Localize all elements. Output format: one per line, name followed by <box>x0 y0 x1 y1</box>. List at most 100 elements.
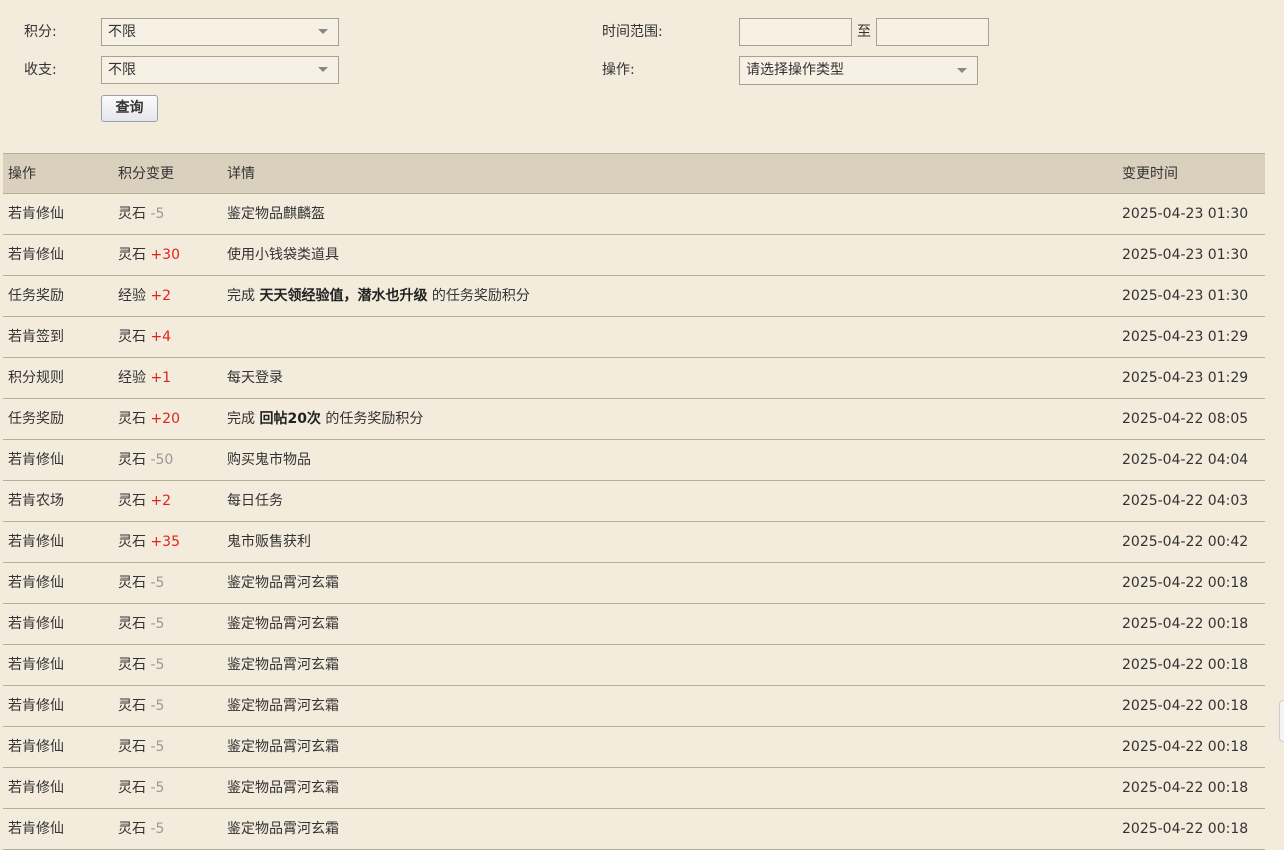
row-op: 若肯修仙 <box>8 739 64 755</box>
row-currency: 灵石 <box>118 821 146 837</box>
time-range-separator: 至 <box>857 24 871 40</box>
income-label: 收支: <box>24 62 57 78</box>
row-time: 2025-04-22 00:18 <box>1122 657 1249 673</box>
row-currency: 经验 <box>118 370 146 386</box>
row-change: 灵石 -5 <box>118 809 164 849</box>
chevron-down-icon <box>318 67 328 72</box>
row-detail-suffix: 每日任务 <box>227 493 283 509</box>
row-detail: 鬼市贩售获利 <box>227 522 311 562</box>
row-op: 若肯修仙 <box>8 452 64 468</box>
row-op: 若肯农场 <box>8 493 64 509</box>
row-detail-bold: 天天领经验值，潜水也升级 <box>259 288 428 304</box>
row-delta: -5 <box>150 657 165 673</box>
row-time: 2025-04-22 00:18 <box>1122 739 1249 755</box>
row-delta: -5 <box>150 780 165 796</box>
row-delta: +30 <box>150 247 180 263</box>
row-currency: 灵石 <box>118 657 146 673</box>
action-label: 操作: <box>602 62 635 78</box>
row-op: 若肯修仙 <box>8 206 64 222</box>
row-time: 2025-04-22 04:03 <box>1122 493 1249 509</box>
table-row: 若肯修仙 灵石 -5 鉴定物品霄河玄霜 2025-04-22 00:18 <box>3 768 1265 809</box>
row-currency: 经验 <box>118 288 146 304</box>
row-detail: 鉴定物品霄河玄霜 <box>227 768 339 808</box>
row-change: 灵石 -5 <box>118 768 164 808</box>
row-time: 2025-04-22 04:04 <box>1122 452 1249 468</box>
header-change: 积分变更 <box>118 166 174 182</box>
row-op: 若肯修仙 <box>8 534 64 550</box>
chevron-down-icon <box>318 29 328 34</box>
row-op: 若肯修仙 <box>8 657 64 673</box>
table-row: 积分规则 经验 +1 每天登录 2025-04-23 01:29 <box>3 358 1265 399</box>
row-change: 灵石 -5 <box>118 686 164 726</box>
row-change: 灵石 +2 <box>118 481 171 521</box>
row-op: 若肯修仙 <box>8 698 64 714</box>
table-row: 若肯修仙 灵石 -5 鉴定物品霄河玄霜 2025-04-22 00:18 <box>3 686 1265 727</box>
query-button[interactable]: 查询 <box>101 95 158 122</box>
row-op: 若肯修仙 <box>8 616 64 632</box>
row-detail-suffix: 鉴定物品麒麟盔 <box>227 206 325 222</box>
row-op: 若肯修仙 <box>8 780 64 796</box>
row-detail-suffix: 鉴定物品霄河玄霜 <box>227 780 339 796</box>
row-currency: 灵石 <box>118 698 146 714</box>
time-range-label: 时间范围: <box>602 24 663 40</box>
row-detail-suffix: 的任务奖励积分 <box>427 288 530 304</box>
row-op: 积分规则 <box>8 370 64 386</box>
action-type-select[interactable]: 请选择操作类型 <box>739 56 978 85</box>
table-row: 任务奖励 灵石 +20 完成 回帖20次 的任务奖励积分 2025-04-22 08:… <box>3 399 1265 440</box>
row-detail: 每日任务 <box>227 481 283 521</box>
row-currency: 灵石 <box>118 206 146 222</box>
row-delta: +4 <box>150 329 172 345</box>
chevron-down-icon <box>957 68 967 73</box>
row-detail-suffix: 的任务奖励积分 <box>320 411 424 427</box>
row-delta: -5 <box>150 698 165 714</box>
row-delta: +2 <box>150 288 172 304</box>
income-select[interactable]: 不限 <box>101 56 339 84</box>
row-delta: +35 <box>150 534 180 550</box>
table-row: 若肯修仙 灵石 -5 鉴定物品霄河玄霜 2025-04-22 00:18 <box>3 645 1265 686</box>
row-detail: 鉴定物品霄河玄霜 <box>227 686 339 726</box>
row-detail-suffix: 使用小钱袋类道具 <box>227 247 339 263</box>
row-change: 灵石 -5 <box>118 194 164 234</box>
row-detail-suffix: 鉴定物品霄河玄霜 <box>227 616 339 632</box>
filter-panel: 积分: 不限 收支: 不限 时间范围: 至 操作: 请选择操作类型 查询 <box>0 0 1284 153</box>
row-op: 任务奖励 <box>8 411 64 427</box>
row-currency: 灵石 <box>118 780 146 796</box>
row-delta: -5 <box>150 739 165 755</box>
row-detail-suffix: 鉴定物品霄河玄霜 <box>227 698 339 714</box>
row-detail-suffix: 购买鬼市物品 <box>227 452 311 468</box>
row-detail: 鉴定物品霄河玄霜 <box>227 809 339 849</box>
row-currency: 灵石 <box>118 575 146 591</box>
row-detail: 鉴定物品霄河玄霜 <box>227 563 339 603</box>
row-detail: 鉴定物品霄河玄霜 <box>227 727 339 767</box>
row-detail: 鉴定物品霄河玄霜 <box>227 604 339 644</box>
scroll-handle[interactable] <box>1279 700 1284 742</box>
time-end-input[interactable] <box>876 18 989 46</box>
row-time: 2025-04-23 01:30 <box>1122 247 1249 263</box>
row-currency: 灵石 <box>118 452 146 468</box>
row-detail-prefix: 完成 <box>227 288 260 304</box>
row-detail-prefix: 完成 <box>227 411 260 427</box>
row-op: 若肯签到 <box>8 329 64 345</box>
row-time: 2025-04-22 00:18 <box>1122 821 1249 837</box>
row-detail: 每天登录 <box>227 358 283 398</box>
time-start-input[interactable] <box>739 18 852 46</box>
row-op: 若肯修仙 <box>8 247 64 263</box>
row-detail-suffix: 鉴定物品霄河玄霜 <box>227 575 339 591</box>
row-detail-suffix: 每天登录 <box>227 370 283 386</box>
row-time: 2025-04-22 00:42 <box>1122 534 1249 550</box>
points-select[interactable]: 不限 <box>101 18 339 46</box>
row-time: 2025-04-23 01:30 <box>1122 206 1249 222</box>
table-row: 若肯修仙 灵石 -5 鉴定物品霄河玄霜 2025-04-22 00:18 <box>3 809 1265 850</box>
row-delta: -5 <box>150 821 165 837</box>
points-select-value: 不限 <box>108 24 136 40</box>
row-currency: 灵石 <box>118 411 146 427</box>
row-op: 任务奖励 <box>8 288 64 304</box>
row-change: 灵石 -5 <box>118 645 164 685</box>
row-change: 经验 +1 <box>118 358 171 398</box>
row-currency: 灵石 <box>118 493 146 509</box>
table-row: 若肯修仙 灵石 -5 鉴定物品霄河玄霜 2025-04-22 00:18 <box>3 563 1265 604</box>
row-delta: -5 <box>150 616 165 632</box>
table-row: 若肯修仙 灵石 -50 购买鬼市物品 2025-04-22 04:04 <box>3 440 1265 481</box>
row-change: 灵石 -5 <box>118 727 164 767</box>
action-type-placeholder: 请选择操作类型 <box>746 62 844 78</box>
